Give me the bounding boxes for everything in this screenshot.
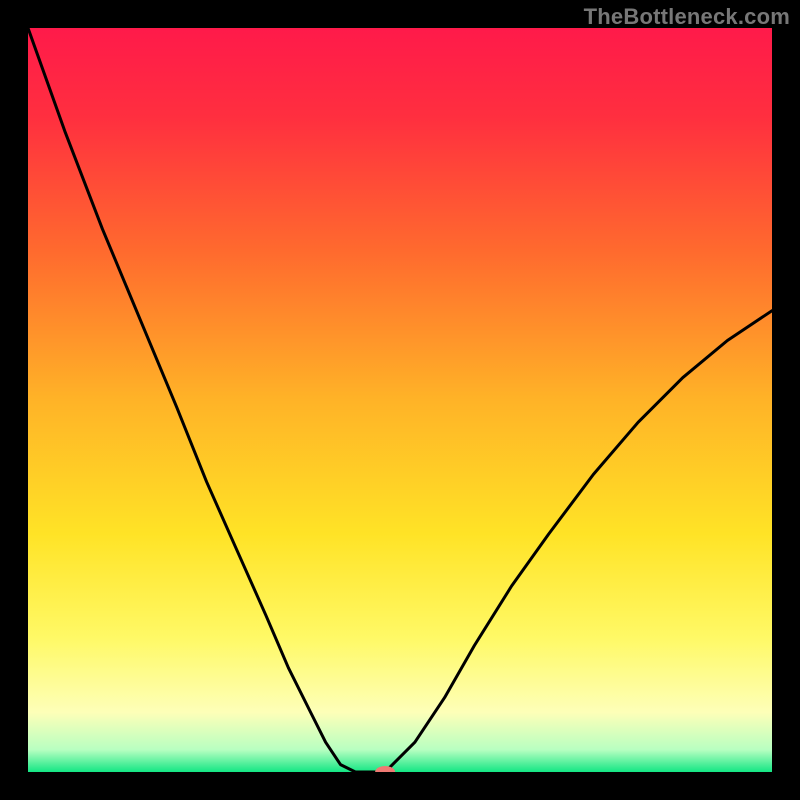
chart-frame: TheBottleneck.com [0, 0, 800, 800]
plot-area [28, 28, 772, 772]
watermark-text: TheBottleneck.com [584, 4, 790, 30]
plot-svg [28, 28, 772, 772]
